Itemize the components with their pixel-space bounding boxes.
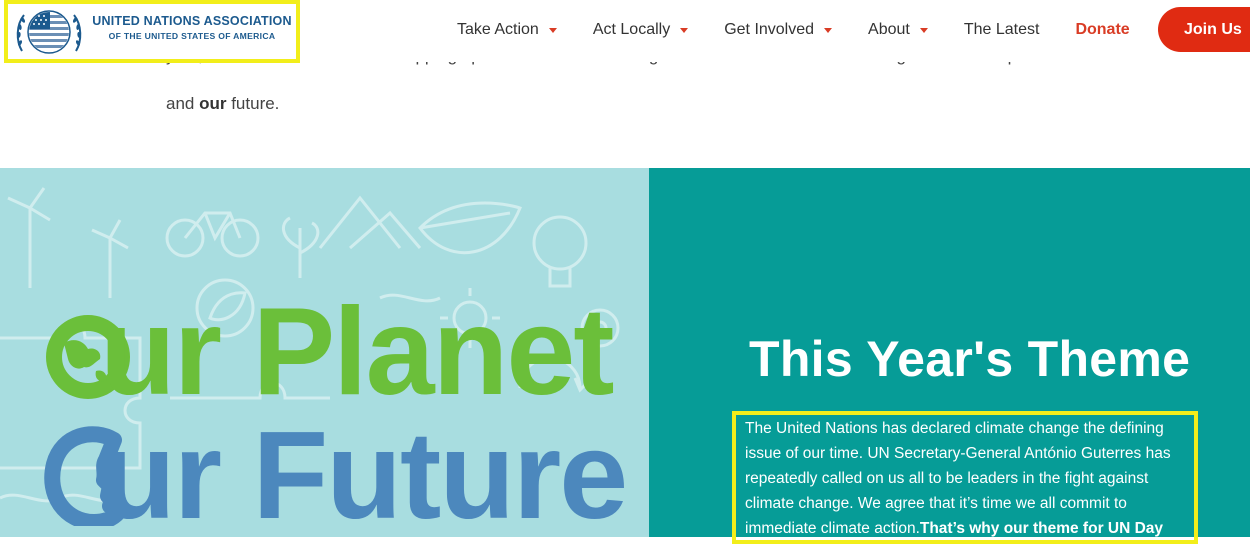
intro-line2-post: future. [226,94,280,113]
our-planet-wordmark: ur Planet [100,283,615,421]
join-us-button[interactable]: Join Us [1158,7,1250,52]
nav-act-locally[interactable]: Act Locally [592,21,689,39]
nav-about-label: About [868,21,910,38]
caret-down-icon [824,27,833,33]
nav-the-latest[interactable]: The Latest [964,21,1040,39]
main-nav: Take Action Act Locally Get Involved Abo… [440,0,1130,60]
logo-line2: OF THE UNITED STATES OF AMERICA [108,31,276,41]
theme-panel: This Year's Theme The United Nations has… [649,168,1250,544]
theme-art-image: ur Planet ur Future [0,168,649,537]
theme-description: The United Nations has declared climate … [745,416,1195,541]
nav-get-involved[interactable]: Get Involved [724,21,833,39]
nav-act-locally-label: Act Locally [592,21,671,38]
intro-line2-bold: our [199,94,227,113]
nav-about[interactable]: About [868,21,928,39]
theme-title: This Year's Theme [749,331,1191,387]
logo-text: UNITED NATIONS ASSOCIATION OF THE UNITED… [92,14,292,41]
nav-take-action-label: Take Action [457,21,539,38]
una-emblem-icon [16,10,82,54]
caret-down-icon [680,27,689,33]
intro-text-line2: and our future. [166,90,279,118]
join-us-label: Join Us [1184,20,1242,38]
logo-link[interactable]: UNITED NATIONS ASSOCIATION OF THE UNITED… [4,0,300,63]
caret-down-icon [548,27,557,33]
theme-body-bold-text: That’s why our theme for UN Day [919,520,1164,537]
nav-take-action[interactable]: Take Action [457,21,557,39]
caret-down-icon [919,27,928,33]
logo-line1: UNITED NATIONS ASSOCIATION [92,14,292,28]
intro-line2-pre: and [166,94,200,113]
nav-get-involved-label: Get Involved [724,21,815,38]
our-future-wordmark: ur Future [100,407,628,537]
site-header: UNITED NATIONS ASSOCIATION OF THE UNITED… [0,0,1250,63]
nav-donate[interactable]: Donate [1075,21,1129,39]
